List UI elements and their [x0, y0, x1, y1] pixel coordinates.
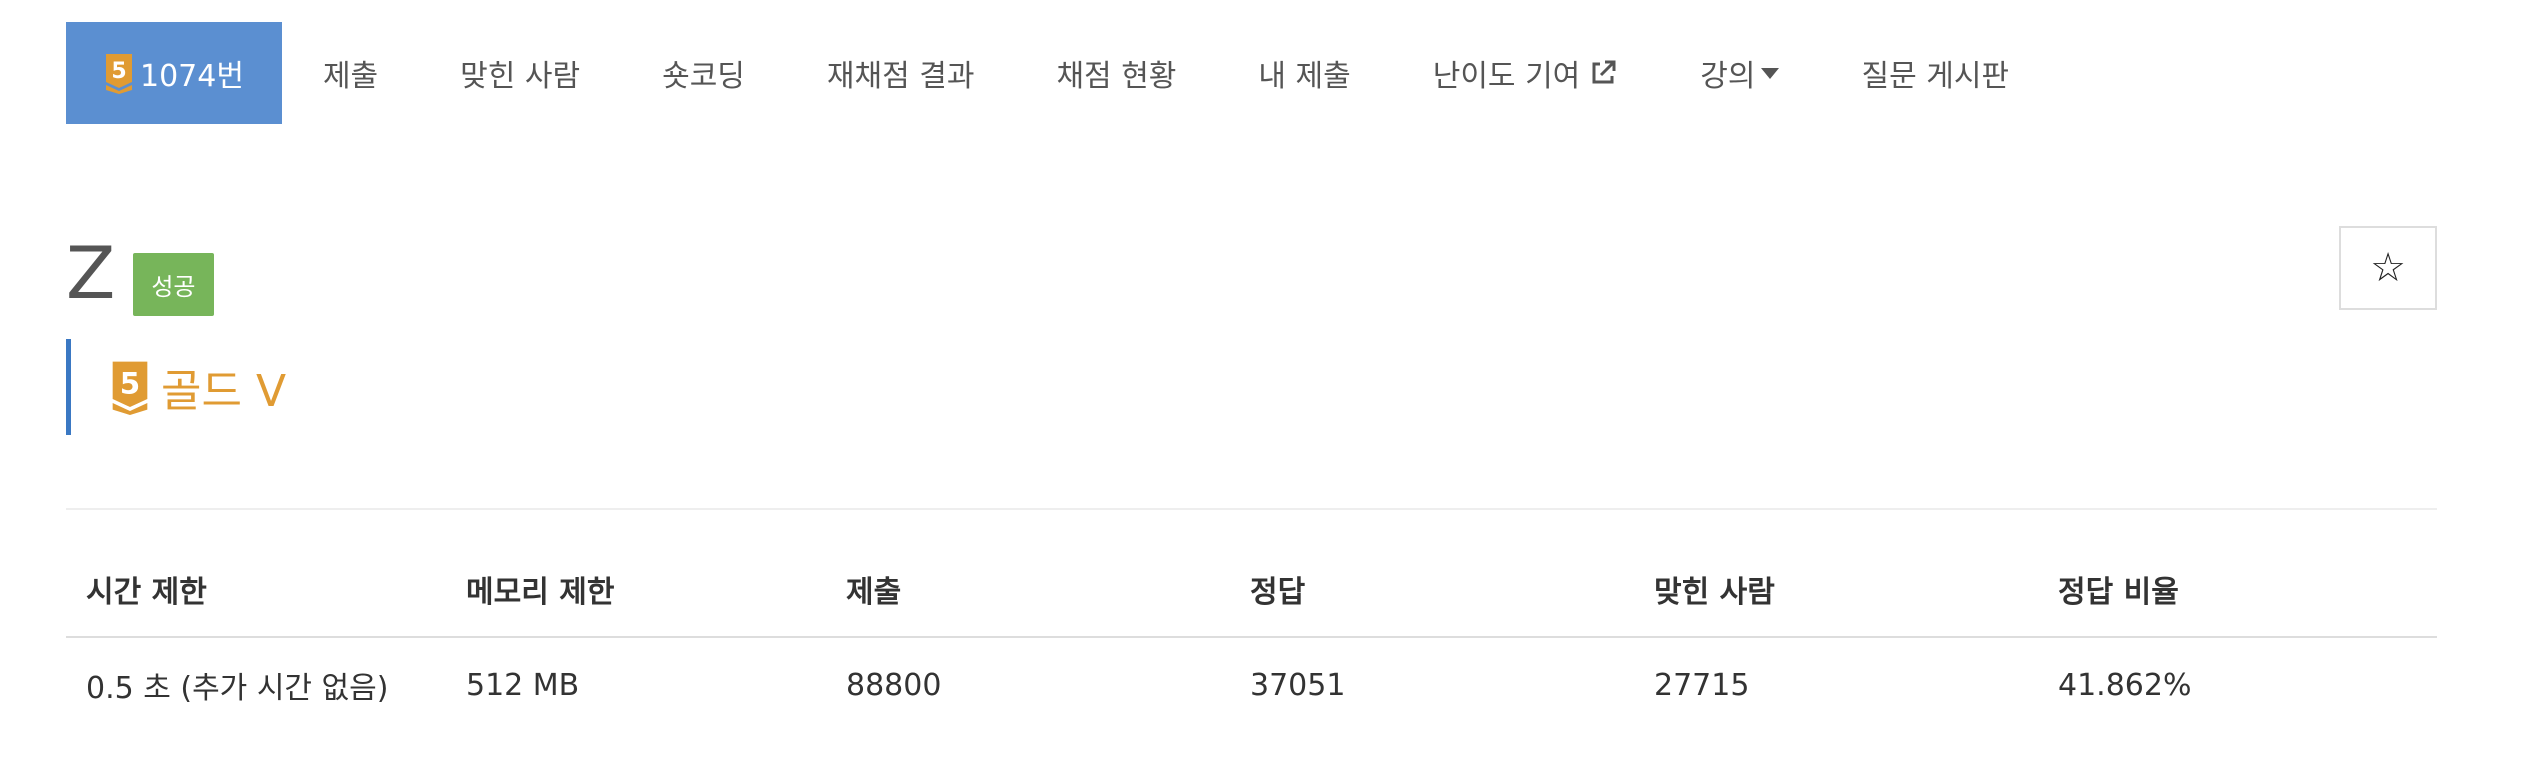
value-accept-ratio: 41.862%: [2058, 667, 2192, 703]
tab-my-submissions[interactable]: 내 제출: [1217, 22, 1391, 124]
tier-label: 골드 V: [161, 366, 287, 417]
problem-title: Z: [66, 231, 116, 315]
star-outline-icon: ☆: [2370, 245, 2406, 291]
header-solved-users: 맞힌 사람: [1634, 564, 2038, 638]
table-row: 0.5 초 (추가 시간 없음) 512 MB 88800 37051 2771…: [66, 637, 2437, 714]
tab-question-board[interactable]: 질문 게시판: [1820, 22, 2050, 124]
status-badge: 성공: [133, 252, 214, 316]
value-accepted: 37051: [1250, 667, 1346, 703]
problem-nav: 5 1074번 제출 맞힌 사람 숏코딩 재채점 결과 채점 현황 내 제출 난…: [66, 22, 2050, 124]
value-time-limit: 0.5 초 (추가 시간 없음): [86, 671, 389, 706]
svg-text:5: 5: [111, 59, 126, 84]
value-solved-users: 27715: [1654, 667, 1750, 703]
tab-rejudge-results[interactable]: 재채점 결과: [786, 22, 1016, 124]
problem-info-table: 시간 제한 메모리 제한 제출 정답 맞힌 사람 정답 비율 0.5 초 (추가…: [66, 564, 2437, 714]
tab-difficulty-contribution[interactable]: 난이도 기여: [1392, 22, 1660, 124]
tab-lectures-dropdown[interactable]: 강의: [1659, 22, 1820, 124]
tab-submit[interactable]: 제출: [282, 22, 419, 124]
value-memory-limit: 512 MB: [466, 667, 580, 703]
problem-header: Z 성공: [66, 228, 214, 318]
table-header-row: 시간 제한 메모리 제한 제출 정답 맞힌 사람 정답 비율: [66, 564, 2437, 638]
external-link-icon: [1592, 60, 1616, 84]
value-submissions: 88800: [846, 667, 942, 703]
tab-problem[interactable]: 5 1074번: [66, 22, 282, 124]
svg-text:5: 5: [120, 367, 140, 401]
divider: [66, 508, 2437, 510]
gold-tier-icon: 5: [112, 361, 148, 415]
tab-judge-status[interactable]: 채점 현황: [1015, 22, 1217, 124]
header-accepted: 정답: [1230, 564, 1634, 638]
tab-short-coding[interactable]: 숏코딩: [621, 22, 786, 124]
header-submissions: 제출: [826, 564, 1230, 638]
problem-number: 1074번: [140, 59, 244, 94]
problem-tier: 5 골드 V: [66, 339, 286, 435]
header-memory-limit: 메모리 제한: [446, 564, 826, 638]
header-accept-ratio: 정답 비율: [2038, 564, 2437, 638]
tab-accepted-users[interactable]: 맞힌 사람: [419, 22, 621, 124]
caret-down-icon: [1761, 67, 1780, 79]
favorite-button[interactable]: ☆: [2339, 226, 2437, 310]
gold-tier-icon: 5: [106, 54, 132, 94]
header-time-limit: 시간 제한: [66, 564, 446, 638]
